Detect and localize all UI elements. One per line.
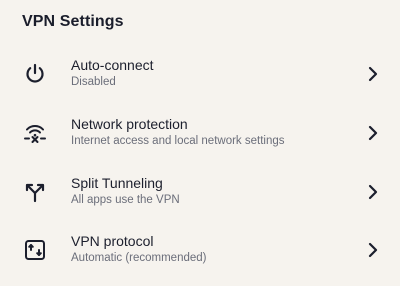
network-protection-title: Network protection [71,115,188,132]
auto-connect-subtitle: Disabled [71,76,116,89]
vpn-protocol-item[interactable]: VPN protocol Automatic (recommended) [0,221,400,280]
vpn-protocol-text: VPN protocol Automatic (recommended) [71,233,207,266]
chevron-right-icon [367,66,379,82]
split-tunneling-title: Split Tunneling [71,174,163,191]
network-protection-text: Network protection Internet access and l… [71,116,285,149]
split-arrows-icon [23,180,47,204]
chevron-right-icon [367,242,379,258]
chevron-right-icon [367,184,379,200]
split-tunneling-subtitle: All apps use the VPN [71,193,180,206]
split-tunneling-item[interactable]: Split Tunneling All apps use the VPN [0,162,400,221]
power-icon [23,62,47,86]
protocol-arrows-icon [23,238,47,262]
chevron-right-icon [367,125,379,141]
vpn-protocol-title: VPN protocol [71,233,154,250]
network-protection-item[interactable]: Network protection Internet access and l… [0,104,400,163]
wifi-blocked-icon [23,121,47,145]
auto-connect-text: Auto-connect Disabled [71,57,154,90]
vpn-protocol-subtitle: Automatic (recommended) [71,252,207,265]
settings-list: Auto-connect Disabled Network protection… [0,45,400,280]
auto-connect-title: Auto-connect [71,57,154,74]
page-title: VPN Settings [22,13,124,30]
split-tunneling-text: Split Tunneling All apps use the VPN [71,175,180,208]
network-protection-subtitle: Internet access and local network settin… [71,134,285,147]
auto-connect-item[interactable]: Auto-connect Disabled [0,45,400,104]
